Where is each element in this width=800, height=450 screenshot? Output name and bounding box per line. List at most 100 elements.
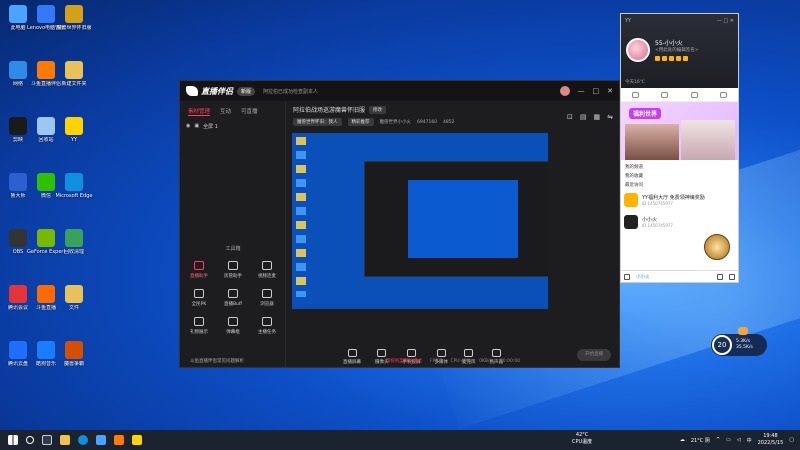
desktop-app-icon bbox=[9, 173, 27, 191]
grid-icon[interactable]: ▦ bbox=[594, 113, 601, 121]
desktop-app-icon bbox=[9, 285, 27, 303]
scene-label: 全屏 1 bbox=[203, 124, 218, 130]
tool-item[interactable]: 浏览器 bbox=[250, 289, 284, 307]
lock-icon[interactable]: ⊡ bbox=[567, 113, 573, 121]
nav-group-icon[interactable] bbox=[719, 91, 727, 98]
language-indicator[interactable]: 中 bbox=[747, 437, 752, 444]
yy-list: 我的频道 我的收藏 最近访问 YY福利大厅 免费领神壕奖励 ID 14507459… bbox=[621, 160, 738, 235]
yy-banner[interactable]: 福利世界 bbox=[621, 102, 738, 160]
tool-item[interactable]: 直播Buff bbox=[216, 289, 250, 307]
volume-icon[interactable]: ◁ bbox=[737, 437, 741, 443]
desktop-icon[interactable]: 新建文件夹 bbox=[56, 58, 92, 100]
desktop-icon[interactable]: 魔兽争霸 bbox=[56, 338, 92, 380]
list-item[interactable]: 我的频道 bbox=[621, 162, 738, 171]
tray-chevron-icon[interactable]: ^ bbox=[716, 437, 720, 443]
tab-interaction[interactable]: 互动 bbox=[220, 107, 231, 116]
sidebar-tabs: 素材管理 互动 可直播 bbox=[180, 101, 285, 120]
tool-item[interactable]: 视频连麦 bbox=[250, 261, 284, 279]
lock-icon[interactable]: ▣ bbox=[194, 123, 199, 130]
nav-game-icon[interactable] bbox=[690, 91, 698, 98]
tool-icon bbox=[262, 317, 272, 326]
desktop-icon[interactable]: 回收清理 bbox=[56, 226, 92, 268]
guild-badge-icon[interactable] bbox=[704, 234, 730, 260]
notification-icon[interactable]: ▢ bbox=[789, 437, 794, 443]
cloud-icon[interactable]: ☁ bbox=[680, 437, 685, 443]
window-controls: — □ ✕ bbox=[559, 86, 613, 96]
desktop-icon[interactable]: 魔兽世界怀旧服 bbox=[56, 2, 92, 44]
minimize-button[interactable]: — bbox=[578, 87, 585, 95]
close-button[interactable]: ✕ bbox=[607, 87, 613, 95]
user-avatar[interactable] bbox=[559, 86, 570, 96]
scene-item[interactable]: ◉ ▣ 全屏 1 bbox=[180, 120, 285, 133]
edge-icon[interactable] bbox=[78, 435, 88, 445]
share-icon[interactable]: ⇋ bbox=[607, 113, 613, 121]
desktop-app-icon bbox=[37, 285, 55, 303]
main-area: 阿拉伯战场巡游魔兽怀旧服 修改 魔兽世界怀旧：我人 精彩推荐 魔兽世界小小火 6… bbox=[287, 101, 619, 367]
desktop-app-icon bbox=[9, 5, 27, 23]
start-icon[interactable] bbox=[8, 435, 18, 445]
stream-preview[interactable] bbox=[292, 133, 548, 309]
cpu-temp: 42°C CPU温度 bbox=[572, 432, 593, 445]
tab-streamable[interactable]: 可直播 bbox=[241, 107, 258, 116]
tool-item[interactable]: 直播助手 bbox=[182, 261, 216, 279]
tab-materials[interactable]: 素材管理 bbox=[188, 107, 211, 116]
yy-taskbar-icon[interactable] bbox=[132, 435, 142, 445]
maximize-button[interactable]: □ bbox=[593, 87, 600, 95]
taskbar: 42°C CPU温度 ☁ 21°C 阴 ^ ▭ ◁ 中 19:48 2022/5… bbox=[0, 430, 800, 450]
tool-item[interactable]: 房管助手 bbox=[216, 261, 250, 279]
help-link[interactable]: 斗鱼直播伴侣常见问题解析 bbox=[190, 358, 244, 364]
task-view-icon[interactable] bbox=[42, 435, 52, 445]
weather-text[interactable]: 21°C 阴 bbox=[691, 437, 710, 444]
status-warning[interactable]: 高校机型默认模式 bbox=[386, 358, 422, 364]
status-time: 00:00:00 bbox=[499, 358, 521, 364]
edit-title-button[interactable]: 修改 bbox=[369, 105, 387, 114]
app-logo-icon bbox=[186, 86, 198, 96]
douyu-taskbar-icon[interactable] bbox=[114, 435, 124, 445]
desktop-app-icon bbox=[9, 61, 27, 79]
desktop-icon-label: 新建文件夹 bbox=[61, 81, 87, 87]
list-item[interactable]: 最近访问 bbox=[621, 180, 738, 189]
layout-icon[interactable]: ▤ bbox=[580, 113, 587, 121]
chat-item[interactable]: 小小火 ID 1450745977 bbox=[621, 211, 738, 233]
nav-home-icon[interactable] bbox=[632, 91, 640, 98]
tool-item[interactable]: 主播任务 bbox=[250, 317, 284, 335]
tool-item[interactable]: 礼物展示 bbox=[182, 317, 216, 335]
desktop-app-icon bbox=[9, 229, 27, 247]
recommend-button[interactable]: 精彩推荐 bbox=[347, 118, 374, 126]
chat-item[interactable]: YY福利大厅 免费领神壕奖励 ID 1450745977 bbox=[621, 189, 738, 211]
desktop-icon[interactable]: Microsoft Edge bbox=[56, 170, 92, 212]
desktop-icon[interactable]: 文件 bbox=[56, 282, 92, 324]
nav-friends-icon[interactable] bbox=[661, 91, 669, 98]
network-icon[interactable]: ▭ bbox=[726, 437, 731, 443]
desktop-app-icon bbox=[37, 5, 55, 23]
version-badge[interactable]: 新版 bbox=[237, 86, 256, 96]
chat-name: YY福利大厅 免费领神壕奖励 bbox=[642, 195, 705, 201]
desktop-app-icon bbox=[65, 341, 83, 359]
fans-count: 6947160 bbox=[417, 119, 438, 125]
file-explorer-icon[interactable] bbox=[60, 435, 70, 445]
list-item[interactable]: 我的收藏 bbox=[621, 171, 738, 180]
desktop-app-icon bbox=[9, 117, 27, 135]
desktop-icon[interactable]: YY bbox=[56, 114, 92, 156]
menu-icon[interactable] bbox=[624, 273, 630, 280]
eye-icon[interactable]: ◉ bbox=[186, 123, 190, 130]
clock[interactable]: 19:48 2022/5/15 bbox=[758, 433, 784, 447]
nested-preview-screen bbox=[408, 180, 518, 258]
store-icon[interactable] bbox=[96, 435, 106, 445]
tool-item[interactable]: 全民PK bbox=[182, 289, 216, 307]
tool-item[interactable]: 弹幕框 bbox=[216, 317, 250, 335]
yy-avatar[interactable] bbox=[626, 38, 650, 62]
yy-window-controls[interactable]: — □ ✕ bbox=[717, 18, 734, 24]
notice-text[interactable]: 阿拉伯已成功检查副本人 bbox=[263, 88, 318, 95]
footer-tab[interactable]: 小小火 bbox=[636, 274, 650, 280]
desktop-icon-label: 文件 bbox=[68, 305, 79, 311]
apps-icon[interactable] bbox=[729, 273, 735, 280]
yy-signature[interactable]: <用此处的编辑签名> bbox=[655, 47, 699, 53]
banner-photo-right bbox=[681, 120, 735, 160]
tool-label: 全民PK bbox=[191, 302, 207, 307]
speed-widget[interactable]: 20 5.3K/s 35.5K/s bbox=[711, 327, 767, 356]
category-button[interactable]: 魔兽世界怀旧：我人 bbox=[293, 118, 342, 126]
video-icon[interactable] bbox=[717, 273, 723, 280]
tool-label: 弹幕框 bbox=[226, 330, 240, 335]
search-icon[interactable] bbox=[26, 436, 34, 444]
